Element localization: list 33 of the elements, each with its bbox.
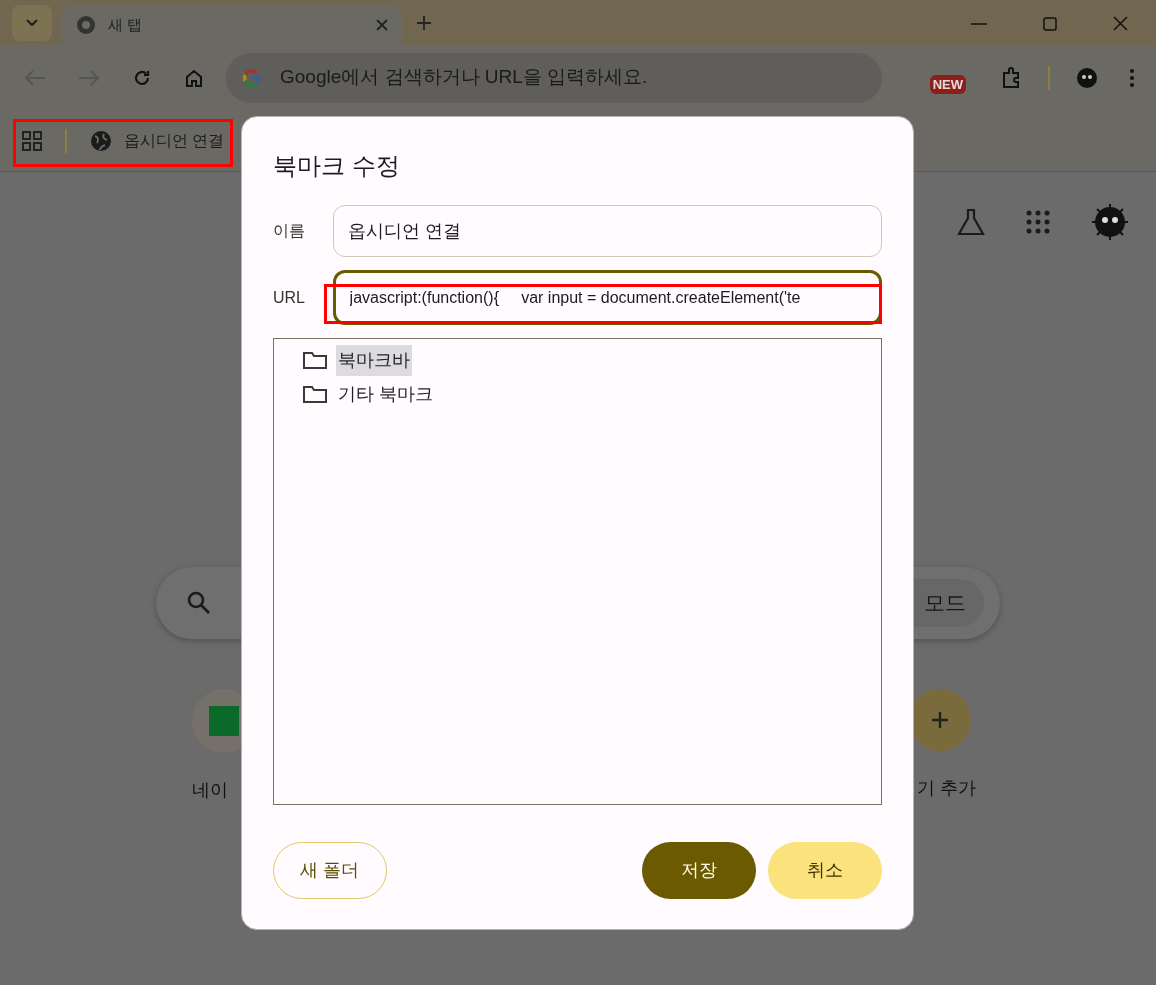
maximize-icon[interactable]: [1043, 16, 1057, 31]
home-icon[interactable]: [184, 67, 204, 88]
minimize-icon[interactable]: [971, 22, 987, 25]
address-placeholder: Google에서 검색하거나 URL을 입력하세요.: [280, 65, 648, 90]
folder-icon: [302, 384, 328, 404]
name-field[interactable]: 옵시디언 연결: [332, 205, 882, 257]
apps-grid-icon[interactable]: [1026, 210, 1050, 234]
new-tab-icon[interactable]: [416, 15, 432, 31]
dialog-title: 북마크 수정: [273, 151, 401, 181]
square-logo-icon: [209, 706, 239, 736]
flask-icon[interactable]: [956, 208, 986, 236]
new-folder-button[interactable]: 새 폴더: [273, 842, 387, 899]
globe-icon: [90, 129, 112, 152]
tab-title: 새 탭: [108, 14, 144, 35]
save-button[interactable]: 저장: [642, 842, 756, 899]
new-badge[interactable]: NEW: [929, 74, 966, 95]
avatar-icon[interactable]: [1090, 202, 1130, 242]
chevron-down-icon: [26, 19, 38, 27]
folder-item[interactable]: 북마크바: [302, 343, 881, 377]
apps-grid-icon[interactable]: [22, 130, 42, 151]
more-menu-icon[interactable]: [1130, 68, 1134, 87]
name-label: 이름: [273, 221, 306, 241]
folder-item[interactable]: 기타 북마크: [302, 377, 881, 411]
url-field[interactable]: javascript:(function(){ var input = document.createElement('te: [332, 270, 882, 325]
url-label: URL: [273, 287, 306, 308]
close-icon[interactable]: [1113, 16, 1128, 31]
cancel-button[interactable]: 취소: [768, 842, 882, 899]
tab-list-button[interactable]: [12, 5, 52, 41]
browser-logo-icon: [76, 15, 96, 35]
close-icon[interactable]: [376, 19, 388, 31]
plus-icon: [930, 710, 950, 730]
folder-icon: [302, 350, 328, 370]
search-icon: [186, 590, 212, 616]
